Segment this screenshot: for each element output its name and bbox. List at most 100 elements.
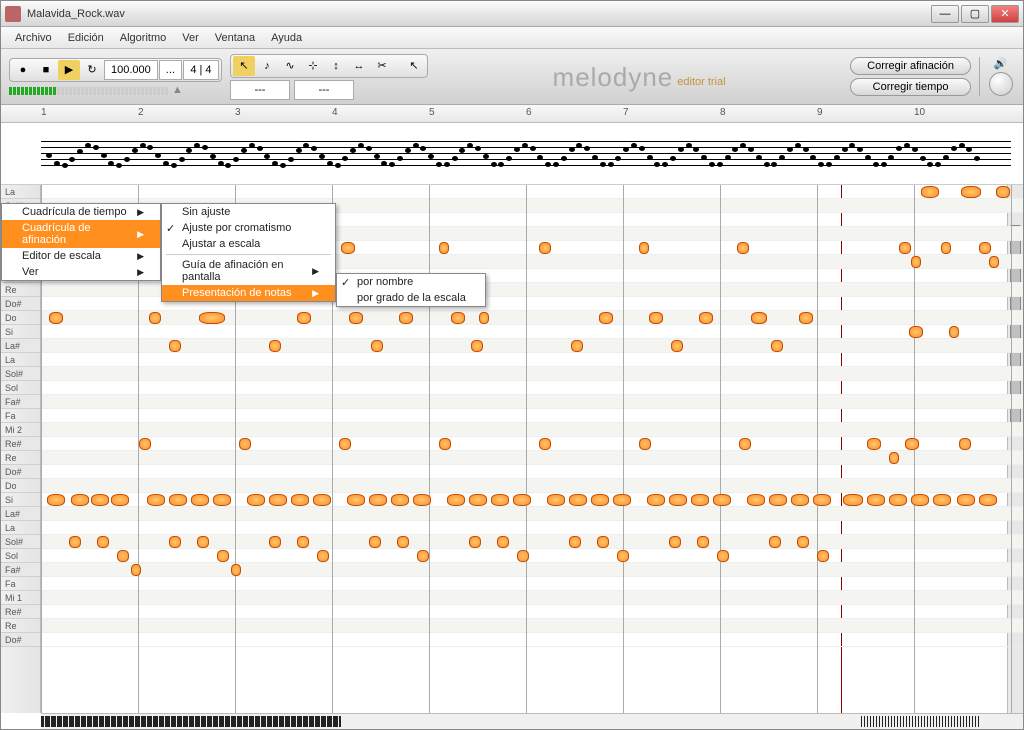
- note-blob[interactable]: [239, 438, 251, 450]
- amplitude-tool[interactable]: ↕: [325, 56, 347, 76]
- note-blob[interactable]: [297, 536, 309, 548]
- note-blob[interactable]: [769, 536, 781, 548]
- note-blob[interactable]: [751, 312, 767, 324]
- note-blob[interactable]: [111, 494, 129, 506]
- context-menu-item[interactable]: Ver▶: [2, 264, 160, 280]
- note-blob[interactable]: [911, 256, 921, 268]
- piano-key[interactable]: Re#: [1, 605, 40, 619]
- note-blob[interactable]: [447, 494, 465, 506]
- note-blob[interactable]: [569, 494, 587, 506]
- note-blob[interactable]: [571, 340, 583, 352]
- note-blob[interactable]: [797, 536, 809, 548]
- note-blob[interactable]: [669, 536, 681, 548]
- piano-key[interactable]: Fa#: [1, 563, 40, 577]
- note-blob[interactable]: [979, 494, 997, 506]
- menu-ayuda[interactable]: Ayuda: [263, 30, 310, 46]
- note-blob[interactable]: [597, 536, 609, 548]
- note-blob[interactable]: [247, 494, 265, 506]
- timing-tool[interactable]: ↔: [348, 56, 370, 76]
- note-blob[interactable]: [313, 494, 331, 506]
- note-blob[interactable]: [197, 536, 209, 548]
- note-blob[interactable]: [291, 494, 309, 506]
- play-button[interactable]: ▶: [58, 60, 80, 80]
- note-blob[interactable]: [471, 340, 483, 352]
- note-blob[interactable]: [933, 494, 951, 506]
- menu-edicion[interactable]: Edición: [60, 30, 112, 46]
- note-blob[interactable]: [959, 438, 971, 450]
- note-blob[interactable]: [771, 340, 783, 352]
- note-blob[interactable]: [297, 312, 311, 324]
- note-blob[interactable]: [905, 438, 919, 450]
- piano-key[interactable]: Re: [1, 451, 40, 465]
- note-blob[interactable]: [717, 550, 729, 562]
- note-blob[interactable]: [613, 494, 631, 506]
- note-blob[interactable]: [996, 186, 1010, 198]
- loop-button[interactable]: ↻: [81, 60, 103, 80]
- note-blob[interactable]: [413, 494, 431, 506]
- note-blob[interactable]: [339, 438, 351, 450]
- piano-key[interactable]: Mi 1: [1, 591, 40, 605]
- note-blob[interactable]: [691, 494, 709, 506]
- note-blob[interactable]: [799, 312, 813, 324]
- note-blob[interactable]: [469, 536, 481, 548]
- note-blob[interactable]: [617, 550, 629, 562]
- note-blob[interactable]: [957, 494, 975, 506]
- note-blob[interactable]: [491, 494, 509, 506]
- note-blob[interactable]: [317, 550, 329, 562]
- modulation-tool[interactable]: ∿: [279, 56, 301, 76]
- close-button[interactable]: ✕: [991, 5, 1019, 23]
- piano-key[interactable]: Do#: [1, 633, 40, 647]
- piano-key[interactable]: La#: [1, 507, 40, 521]
- note-blob[interactable]: [669, 494, 687, 506]
- note-blob[interactable]: [269, 494, 287, 506]
- volume-knob[interactable]: [989, 72, 1013, 96]
- separation-tool[interactable]: ✂: [371, 56, 393, 76]
- context-menu-item[interactable]: Presentación de notas▶: [162, 285, 335, 301]
- piano-key[interactable]: Sol: [1, 549, 40, 563]
- note-blob[interactable]: [713, 494, 731, 506]
- note-blob[interactable]: [399, 312, 413, 324]
- note-blob[interactable]: [699, 312, 713, 324]
- piano-key[interactable]: Do#: [1, 297, 40, 311]
- piano-key[interactable]: La#: [1, 339, 40, 353]
- context-menu-item[interactable]: ✓Ajuste por cromatismo: [162, 220, 335, 236]
- note-blob[interactable]: [139, 438, 151, 450]
- note-blob[interactable]: [451, 312, 465, 324]
- note-blob[interactable]: [989, 256, 999, 268]
- note-blob[interactable]: [439, 438, 451, 450]
- time-ruler[interactable]: 12345678910: [1, 105, 1023, 123]
- note-blob[interactable]: [911, 494, 929, 506]
- note-blob[interactable]: [479, 312, 489, 324]
- note-blob[interactable]: [269, 340, 281, 352]
- note-blob[interactable]: [231, 564, 241, 576]
- piano-key[interactable]: Fa#: [1, 395, 40, 409]
- note-blob[interactable]: [639, 242, 649, 254]
- menu-ventana[interactable]: Ventana: [207, 30, 263, 46]
- note-blob[interactable]: [191, 494, 209, 506]
- formant-tool[interactable]: ⊹: [302, 56, 324, 76]
- piano-key[interactable]: Si: [1, 325, 40, 339]
- piano-key[interactable]: Si: [1, 493, 40, 507]
- context-menu-item[interactable]: ✓por nombre: [337, 274, 485, 290]
- note-blob[interactable]: [909, 326, 923, 338]
- note-blob[interactable]: [71, 494, 89, 506]
- note-blob[interactable]: [269, 536, 281, 548]
- note-blob[interactable]: [91, 494, 109, 506]
- note-blob[interactable]: [867, 438, 881, 450]
- note-blob[interactable]: [391, 494, 409, 506]
- piano-key[interactable]: Re: [1, 283, 40, 297]
- note-blob[interactable]: [599, 312, 613, 324]
- note-blob[interactable]: [747, 494, 765, 506]
- note-blob[interactable]: [369, 536, 381, 548]
- note-blob[interactable]: [671, 340, 683, 352]
- menu-algoritmo[interactable]: Algoritmo: [112, 30, 174, 46]
- note-blob[interactable]: [639, 438, 651, 450]
- context-menu-item[interactable]: Ajustar a escala: [162, 236, 335, 252]
- context-menu-item[interactable]: Cuadrícula de tiempo▶: [2, 204, 160, 220]
- note-blob[interactable]: [349, 312, 363, 324]
- timesig-field[interactable]: 4 | 4: [183, 60, 219, 80]
- note-blob[interactable]: [843, 494, 863, 506]
- piano-key[interactable]: Do: [1, 311, 40, 325]
- context-menu-item[interactable]: Sin ajuste: [162, 204, 335, 220]
- piano-key[interactable]: Fa: [1, 577, 40, 591]
